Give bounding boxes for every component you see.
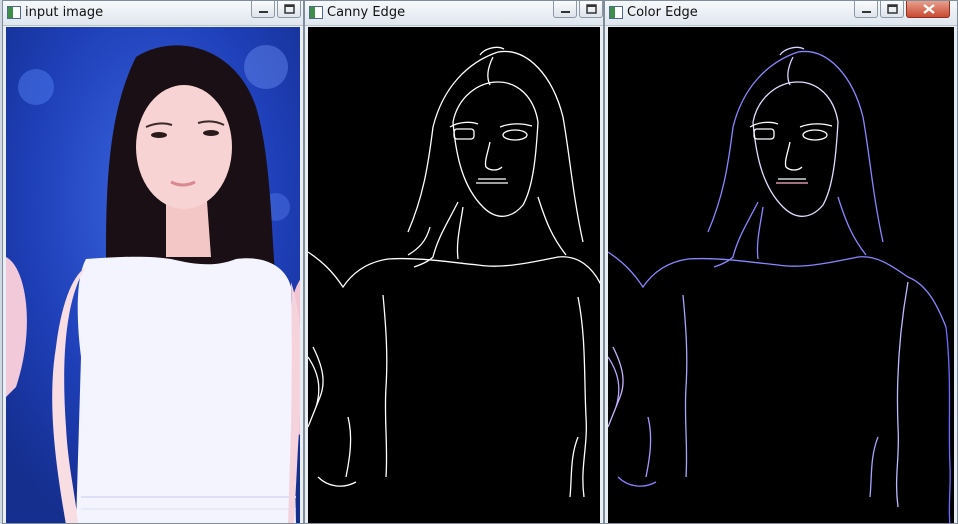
maximize-button[interactable] (880, 1, 904, 18)
image-view[interactable] (608, 27, 954, 523)
minimize-icon (862, 11, 871, 13)
maximize-button[interactable] (579, 1, 603, 18)
minimize-button[interactable] (854, 1, 878, 18)
window-title: Canny Edge (327, 5, 406, 20)
input-photo (6, 27, 300, 523)
app-icon (309, 6, 323, 19)
image-view[interactable] (6, 27, 300, 523)
app-icon (7, 6, 21, 19)
minimize-button[interactable] (553, 1, 577, 18)
window-title: Color Edge (627, 5, 698, 20)
close-button[interactable] (906, 1, 950, 18)
title-bar[interactable]: Canny Edge (305, 1, 603, 26)
minimize-icon (561, 11, 570, 13)
canny-edge-image (308, 46, 600, 498)
minimize-icon (259, 11, 268, 13)
maximize-icon (284, 4, 295, 14)
app-icon (609, 6, 623, 19)
image-view[interactable] (308, 27, 600, 523)
color-edge-image (608, 46, 951, 523)
title-bar[interactable]: input image (3, 1, 303, 26)
window-color-edge[interactable]: Color Edge (604, 0, 958, 524)
window-input-image[interactable]: input image (2, 0, 304, 524)
window-canny-edge[interactable]: Canny Edge (304, 0, 604, 524)
maximize-icon (887, 4, 898, 14)
title-bar[interactable]: Color Edge (605, 1, 957, 26)
window-title: input image (25, 5, 104, 20)
close-icon (923, 4, 935, 14)
minimize-button[interactable] (251, 1, 275, 18)
maximize-icon (586, 4, 597, 14)
maximize-button[interactable] (277, 1, 301, 18)
